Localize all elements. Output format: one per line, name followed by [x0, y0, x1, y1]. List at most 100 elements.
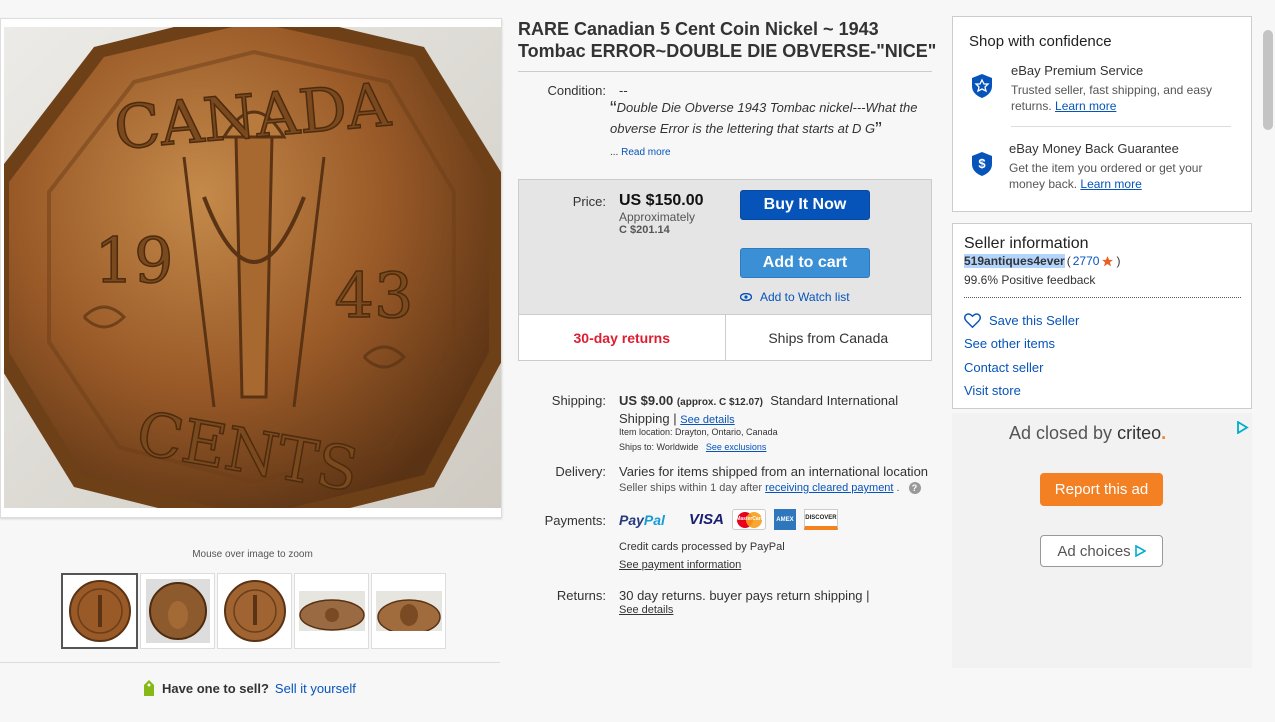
dollar-glyph: $: [978, 156, 986, 171]
delivery-label: Delivery:: [555, 464, 606, 479]
paypal-logo-part-2: Pal: [643, 511, 665, 528]
payment-logos: PayPal VISA MasterCard AMEX DISCOVER: [619, 509, 838, 530]
credit-cards-text: Credit cards processed by PayPal: [619, 541, 785, 553]
add-to-cart-button[interactable]: Add to cart: [740, 248, 870, 278]
score-close-paren: ): [1116, 254, 1121, 268]
seller-name-link[interactable]: 519antiques4ever: [964, 254, 1065, 268]
discover-logo-icon: DISCOVER: [803, 509, 838, 530]
price-converted: C $201.14: [619, 224, 670, 236]
sell-question: Have one to sell?: [162, 680, 269, 696]
mastercard-logo-text: MasterCard: [736, 516, 764, 522]
premium-shield-icon: [972, 74, 992, 98]
zoom-hint: Mouse over image to zoom: [192, 549, 313, 560]
criteo-logo-text: criteo: [1117, 423, 1162, 443]
adchoices-triangle-icon: [1134, 545, 1146, 557]
thumbnail-5[interactable]: [371, 573, 446, 649]
mastercard-logo-icon: MasterCard: [731, 509, 766, 530]
close-quote-icon: ”: [875, 119, 882, 141]
delivery-text: Varies for items shipped from an interna…: [619, 464, 929, 479]
heart-icon: [964, 313, 981, 328]
open-quote-icon: “: [610, 98, 617, 120]
star-icon: [1102, 255, 1114, 266]
returns-badge: 30-day returns: [519, 315, 726, 360]
price-tag-icon: [144, 680, 154, 696]
adchoices-icon[interactable]: [1236, 421, 1249, 434]
coin-year-right: 43: [335, 259, 414, 332]
seller-information-panel: Seller information 519antiques4ever (277…: [952, 223, 1252, 409]
seller-dotted-divider: [964, 297, 1241, 298]
premium-service-text: Trusted seller, fast shipping, and easy …: [1011, 82, 1236, 114]
delivery-note: Seller ships within 1 day after receivin…: [619, 482, 921, 494]
money-back-text: Get the item you ordered or get your mon…: [1009, 160, 1234, 192]
seller-info-title: Seller information: [964, 235, 1089, 252]
title-divider: [518, 71, 932, 72]
score-open-paren: (: [1066, 254, 1071, 268]
payments-label: Payments:: [544, 513, 606, 528]
shop-with-confidence-panel: Shop with confidence eBay Premium Servic…: [952, 16, 1252, 212]
report-this-ad-button[interactable]: Report this ad: [1040, 473, 1163, 506]
coin-thumbnail-icon: [145, 579, 210, 643]
ad-choices-label: Ad choices: [1057, 542, 1131, 560]
ships-from-badge: Ships from Canada: [768, 329, 889, 346]
money-back-learn-more-link[interactable]: Learn more: [1080, 177, 1141, 191]
cleared-payment-link[interactable]: receiving cleared payment: [765, 482, 893, 494]
help-icon[interactable]: ?: [908, 482, 921, 494]
premium-service-title: eBay Premium Service: [1011, 63, 1144, 78]
save-seller-label: Save this Seller: [989, 313, 1080, 328]
buy-it-now-button[interactable]: Buy It Now: [740, 190, 870, 220]
see-payment-information-link[interactable]: See payment information: [619, 559, 741, 571]
save-seller-link[interactable]: Save this Seller: [964, 313, 1079, 328]
delivery-note-period: .: [896, 482, 900, 494]
ellipsis: ...: [610, 147, 619, 158]
read-more: ... Read more: [610, 147, 671, 158]
money-back-title: eBay Money Back Guarantee: [1009, 141, 1179, 156]
main-coin-image[interactable]: CANADA CENTS 19 43: [4, 27, 501, 508]
ad-slot: Ad closed by criteo. Report this ad Ad c…: [952, 413, 1252, 668]
paypal-logo-part-1: Pay: [619, 511, 644, 528]
sell-it-yourself-link[interactable]: Sell it yourself: [275, 681, 356, 696]
returns-see-details-link[interactable]: See details: [619, 604, 673, 616]
returns-label: Returns:: [556, 588, 606, 603]
ships-to: Ships to: Worldwide See exclusions: [619, 442, 766, 452]
criteo-logo-dot: .: [1161, 423, 1167, 443]
ad-choices-button[interactable]: Ad choices: [1040, 535, 1163, 567]
condition-label: Condition:: [547, 83, 606, 98]
thumbnail-4[interactable]: [294, 573, 369, 649]
price-box: Price: US $150.00 Approximately C $201.1…: [518, 179, 932, 361]
contact-seller-link[interactable]: Contact seller: [964, 360, 1043, 375]
shipping-separator: |: [673, 411, 677, 426]
see-exclusions-link[interactable]: See exclusions: [706, 442, 767, 452]
premium-learn-more-link[interactable]: Learn more: [1055, 99, 1116, 113]
ad-closed-text: Ad closed by criteo.: [1009, 423, 1166, 444]
visa-logo-icon: VISA: [688, 511, 724, 528]
coin-thumbnail-icon: [375, 591, 442, 631]
feedback-score-link[interactable]: 2770: [1073, 254, 1100, 268]
confidence-title: Shop with confidence: [969, 33, 1112, 50]
thumbnail-2[interactable]: [140, 573, 215, 649]
shipping-see-details-link[interactable]: See details: [680, 414, 734, 426]
description-text: Double Die Obverse 1943 Tombac nickel---…: [610, 100, 918, 136]
watch-list-label: Add to Watch list: [760, 290, 850, 304]
visit-store-link[interactable]: Visit store: [964, 383, 1021, 398]
thumbnail-3[interactable]: [217, 573, 292, 649]
main-image-frame: CANADA CENTS 19 43: [0, 18, 502, 518]
listing-title: RARE Canadian 5 Cent Coin Nickel ~ 1943 …: [518, 19, 937, 61]
ships-to-text: Ships to: Worldwide: [619, 442, 699, 452]
amex-logo-icon: AMEX: [773, 509, 796, 530]
read-more-link[interactable]: Read more: [621, 147, 670, 158]
price-approx-label: Approximately: [619, 210, 696, 224]
returns-text: 30 day returns. buyer pays return shippi…: [619, 588, 870, 603]
thumbnail-1[interactable]: [61, 573, 138, 649]
see-other-items-link[interactable]: See other items: [964, 336, 1055, 351]
left-divider: [0, 662, 500, 663]
shipping-label: Shipping:: [551, 393, 606, 408]
confidence-divider: [1011, 126, 1231, 127]
price-box-footer: 30-day returns Ships from Canada: [519, 314, 931, 360]
page-scrollbar[interactable]: [1263, 30, 1273, 130]
coin-thumbnail-icon: [298, 591, 365, 631]
price-amount: US $150.00: [619, 192, 704, 209]
thumbnail-strip: [61, 573, 446, 649]
ad-closed-prefix: Ad closed by: [1009, 423, 1113, 443]
delivery-note-text: Seller ships within 1 day after: [619, 482, 763, 494]
add-to-watch-list-link[interactable]: Add to Watch list: [740, 290, 850, 304]
